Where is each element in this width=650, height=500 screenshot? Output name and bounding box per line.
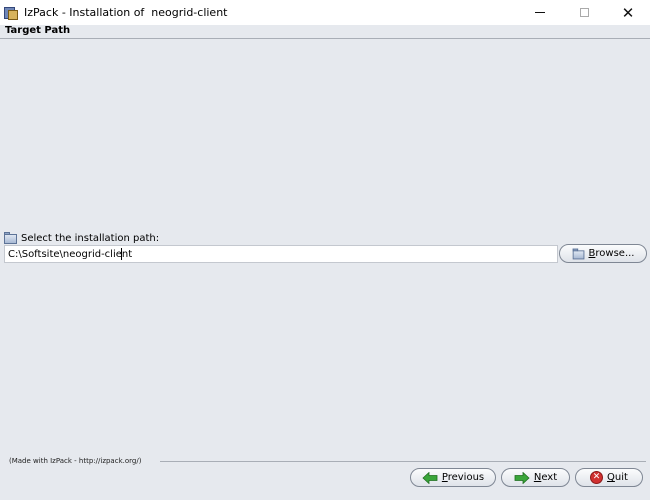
panel-title: Target Path [0, 25, 650, 38]
minimize-icon [535, 12, 545, 13]
path-label-row: Select the installation path: [4, 232, 159, 244]
quit-button[interactable]: ✕ Quit [575, 468, 643, 487]
app-icon [4, 6, 18, 20]
arrow-right-icon [514, 471, 530, 484]
quit-icon: ✕ [590, 471, 604, 484]
next-button[interactable]: Next [501, 468, 570, 487]
quit-label: Quit [607, 472, 628, 483]
arrow-left-icon [422, 471, 438, 484]
installation-path-input[interactable] [4, 245, 558, 263]
browse-label: Browse... [588, 248, 635, 259]
window-controls: ✕ [518, 0, 650, 25]
minimize-button[interactable] [518, 0, 562, 25]
title-bar: IzPack - Installation of neogrid-client … [0, 0, 650, 25]
folder-icon [572, 248, 585, 259]
made-with-izpack-text: (Made with IzPack - http://izpack.org/) [9, 457, 142, 465]
header-divider [0, 38, 650, 39]
path-label: Select the installation path: [21, 232, 160, 244]
window-title: IzPack - Installation of neogrid-client [24, 6, 228, 19]
close-button[interactable]: ✕ [606, 0, 650, 25]
next-label: Next [533, 472, 558, 483]
footer-divider [160, 461, 646, 462]
browse-button[interactable]: Browse... [559, 244, 647, 263]
maximize-icon [579, 8, 589, 17]
close-icon: ✕ [621, 3, 635, 22]
previous-button[interactable]: Previous [410, 468, 496, 487]
text-caret [121, 248, 122, 260]
previous-label: Previous [441, 472, 485, 483]
folder-icon [4, 232, 18, 244]
maximize-button[interactable] [562, 0, 606, 25]
